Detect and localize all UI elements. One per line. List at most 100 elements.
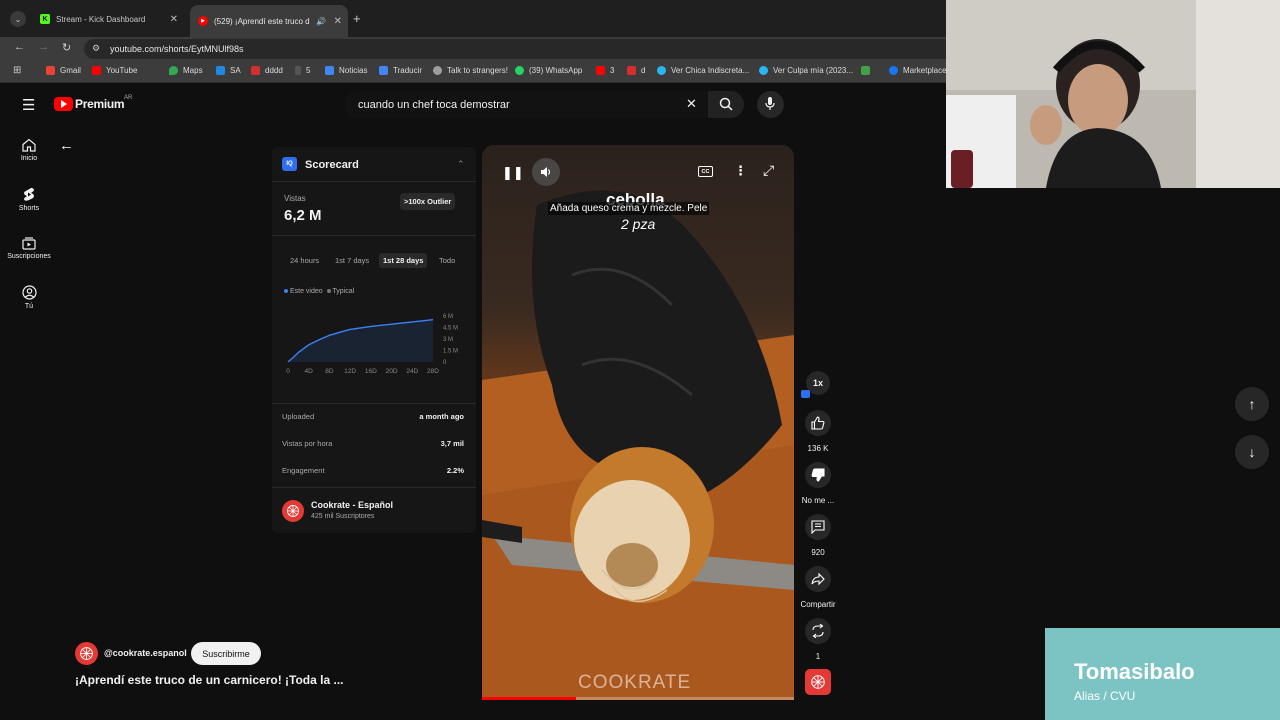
vidiq-logo-icon: IQ <box>282 157 297 171</box>
bookmark-noticias[interactable]: Noticias <box>325 66 367 75</box>
bookmark-youtube[interactable]: YouTube <box>92 66 137 75</box>
back-icon[interactable]: ← <box>14 41 25 53</box>
search-input[interactable]: cuando un chef toca demostrar ✕ <box>344 91 710 118</box>
voice-search-button[interactable] <box>757 91 784 118</box>
video-title[interactable]: ¡Aprendí este truco de un carnicero! ¡To… <box>75 673 344 687</box>
sidebar-item-tu[interactable]: Tú <box>0 285 58 310</box>
volume-button[interactable] <box>532 158 560 186</box>
previous-short-button[interactable]: ↑ <box>1235 387 1269 421</box>
tab-search-icon[interactable]: ⌄ <box>10 11 26 27</box>
legend-dot-this-video <box>284 289 288 293</box>
youtube-icon: ▶ <box>198 16 208 26</box>
bookmark-talk-to-strangers[interactable]: Talk to strangers! <box>433 66 508 75</box>
x-tick-label: 12D <box>344 368 356 375</box>
gmail-icon <box>46 66 55 75</box>
more-options-icon[interactable]: ⋮ <box>734 163 747 179</box>
vidiq-badge-icon <box>801 390 810 398</box>
back-arrow-icon[interactable]: ← <box>59 137 74 154</box>
speaker-icon[interactable]: 🔊 <box>316 17 326 26</box>
bookmark-green[interactable] <box>861 66 875 75</box>
sidebar-item-inicio[interactable]: Inicio <box>0 138 58 162</box>
pause-icon[interactable]: ❚❚ <box>502 165 524 181</box>
bookmark-gmail[interactable]: Gmail <box>46 66 81 75</box>
bookmark-culpa-mia[interactable]: Ver Culpa mía (2023... <box>759 66 853 75</box>
bookmark-chica-indiscreta[interactable]: Ver Chica Indiscreta... <box>657 66 749 75</box>
bookmark-traducir[interactable]: Traducir <box>379 66 422 75</box>
x-tick-label: 0 <box>286 368 290 375</box>
views-label: Vistas <box>284 194 306 203</box>
subscribe-button[interactable]: Suscribirme <box>191 642 261 665</box>
clear-search-icon[interactable]: ✕ <box>686 96 697 112</box>
youtube-premium-logo[interactable]: Premium <box>75 97 125 111</box>
cookrate-logo-icon <box>811 675 825 689</box>
close-tab-icon[interactable]: ✕ <box>170 14 178 25</box>
tab-24-hours[interactable]: 24 hours <box>290 256 319 265</box>
movie-icon <box>657 66 666 75</box>
collapse-icon[interactable]: ⌃ <box>457 159 465 170</box>
sidebar-item-shorts[interactable]: Shorts <box>0 187 58 212</box>
bookmark-marketplace[interactable]: Marketplace <box>889 66 947 75</box>
bookmark-d[interactable]: d <box>627 66 645 75</box>
uploader-avatar[interactable] <box>75 642 98 665</box>
captions-icon[interactable]: CC <box>698 166 713 177</box>
share-icon <box>811 572 825 586</box>
share-button[interactable] <box>805 566 831 592</box>
cookrate-logo-icon <box>80 647 93 660</box>
translate-icon <box>379 66 388 75</box>
bookmark-5[interactable]: 5 <box>295 66 310 75</box>
arrow-down-icon: ↓ <box>1248 444 1256 460</box>
subscriptions-icon <box>22 237 36 250</box>
like-button[interactable] <box>805 410 831 436</box>
forward-icon[interactable]: → <box>38 41 49 53</box>
legend-this-video: Este video <box>289 288 323 295</box>
tab-todo[interactable]: Todo <box>439 256 455 265</box>
dislike-button[interactable] <box>805 462 831 488</box>
tab-first-7-days[interactable]: 1st 7 days <box>335 256 369 265</box>
channel-avatar[interactable] <box>282 500 304 522</box>
bookmark-whatsapp[interactable]: (39) WhatsApp <box>515 66 582 75</box>
short-video-player[interactable]: ❚❚ CC ⋮ ⤢ cebolla Añada queso crema y me… <box>482 145 794 700</box>
stat-engagement-label: Engagement <box>282 466 325 475</box>
comments-button[interactable] <box>805 514 831 540</box>
x-tick-label: 20D <box>386 368 398 375</box>
stat-views-per-hour-value: 3,7 mil <box>440 439 464 448</box>
cookrate-logo-icon <box>287 505 299 517</box>
tab-youtube-short[interactable]: ▶ (529) ¡Aprendí este truco d 🔊 ✕ <box>190 5 348 37</box>
donation-subtitle: Alias / CVU <box>1074 689 1136 703</box>
news-icon <box>325 66 334 75</box>
bookmark-3[interactable]: 3 <box>596 66 614 75</box>
sound-avatar[interactable] <box>805 669 831 695</box>
maps-icon <box>169 66 178 75</box>
youtube-icon <box>596 66 605 75</box>
like-count: 136 K <box>807 444 829 453</box>
new-tab-icon[interactable]: + <box>353 11 361 26</box>
thumbs-down-icon <box>811 468 825 482</box>
next-short-button[interactable]: ↓ <box>1235 435 1269 469</box>
reload-icon[interactable]: ↻ <box>62 41 71 54</box>
close-tab-icon[interactable]: ✕ <box>334 16 342 27</box>
sidebar-item-suscripciones[interactable]: Suscripciones <box>0 236 58 260</box>
address-bar-row: ← → ↻ ⚙ youtube.com/shorts/EytMNUlf98s <box>0 37 946 61</box>
progress-bar[interactable] <box>482 697 794 700</box>
bookmark-sa[interactable]: SA <box>216 66 241 75</box>
shorts-icon <box>24 187 34 201</box>
fullscreen-icon[interactable]: ⤢ <box>763 162 774 179</box>
stat-engagement-value: 2.2% <box>446 466 464 475</box>
menu-icon[interactable]: ☰ <box>22 96 35 114</box>
url-input[interactable]: ⚙ youtube.com/shorts/EytMNUlf98s <box>84 39 946 59</box>
site-info-icon[interactable]: ⚙ <box>92 43 100 54</box>
remix-button[interactable] <box>805 618 831 644</box>
channel-name[interactable]: Cookrate - Español <box>311 500 393 510</box>
tab-kick-dashboard[interactable]: K Stream - Kick Dashboard ✕ <box>32 7 184 31</box>
remix-count: 1 <box>815 652 821 661</box>
tab-first-28-days[interactable]: 1st 28 days <box>379 253 428 268</box>
channel-handle[interactable]: @cookrate.espanol <box>104 648 187 658</box>
apps-icon[interactable]: ⊞ <box>13 65 21 76</box>
streamer-webcam-image <box>946 0 1280 188</box>
x-tick-label: 4D <box>305 368 314 375</box>
tab-title: Stream - Kick Dashboard <box>56 14 146 24</box>
bookmark-dddd[interactable]: dddd <box>251 66 283 75</box>
youtube-logo-icon[interactable] <box>54 97 73 111</box>
search-button[interactable] <box>708 91 744 118</box>
bookmark-maps[interactable]: Maps <box>169 66 203 75</box>
